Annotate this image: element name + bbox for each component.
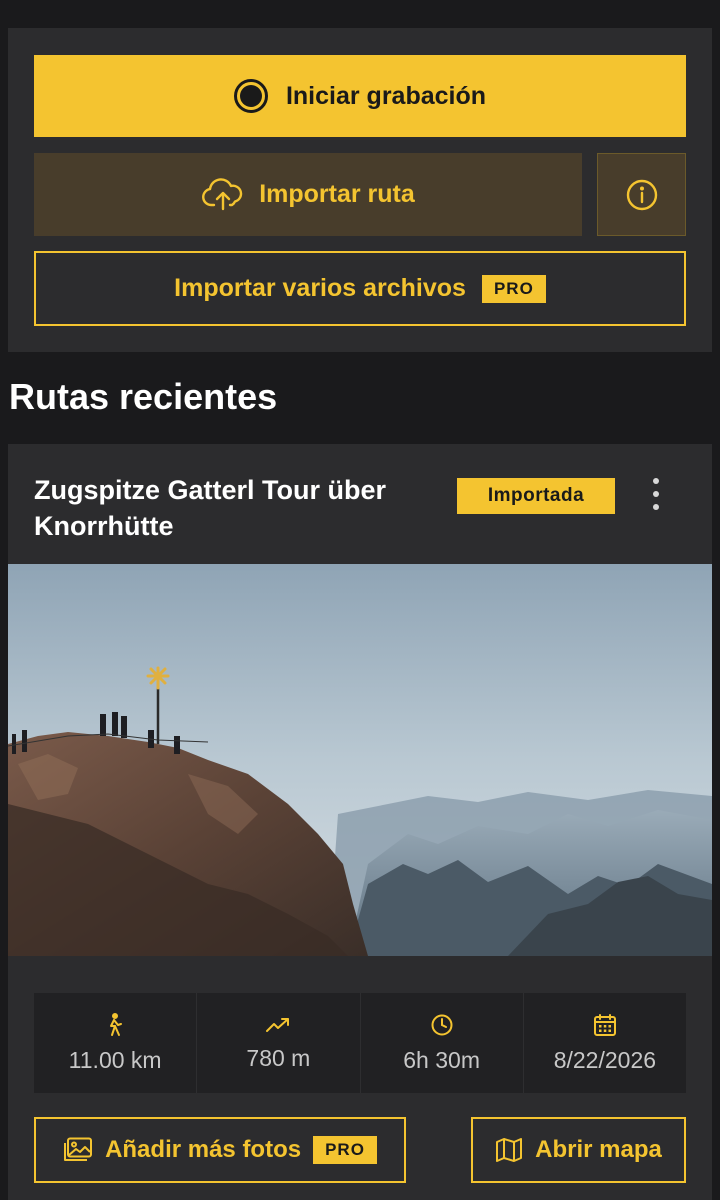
- info-button[interactable]: [597, 153, 686, 236]
- add-more-photos-label: Añadir más fotos: [105, 1136, 302, 1163]
- pro-badge: PRO: [313, 1136, 377, 1164]
- info-icon: [626, 179, 657, 210]
- more-vertical-icon: [653, 478, 659, 484]
- route-title: Zugspitze Gatterl Tour über Knorrhütte: [34, 475, 387, 541]
- trending-up-icon: [266, 1017, 290, 1032]
- stat-distance: 11.00 km: [34, 993, 198, 1093]
- stat-date: 8/22/2026: [524, 993, 686, 1093]
- route-stats: 11.00 km 780 m 6h 30m 8/22/2026: [34, 993, 686, 1093]
- elevation-value: 780 m: [246, 1044, 311, 1071]
- section-title: Rutas recientes: [9, 376, 278, 417]
- pro-badge: PRO: [481, 274, 546, 303]
- mountain-photo: [8, 564, 712, 956]
- distance-value: 11.00 km: [68, 1046, 162, 1073]
- stat-duration: 6h 30m: [361, 993, 524, 1093]
- record-icon: [233, 79, 268, 113]
- import-multiple-label: Importar varios archivos: [174, 274, 466, 302]
- start-recording-label: Iniciar grabación: [285, 81, 487, 110]
- route-photo[interactable]: [8, 564, 712, 956]
- import-multiple-files-button[interactable]: Importar varios archivos PRO: [34, 251, 686, 326]
- map-icon: [496, 1138, 523, 1162]
- calendar-icon: [593, 1013, 616, 1036]
- duration-value: 6h 30m: [403, 1046, 480, 1073]
- more-options-button[interactable]: [642, 474, 670, 514]
- status-badge: Importada: [457, 478, 615, 514]
- import-route-label: Importar ruta: [259, 180, 415, 208]
- actions-card: Iniciar grabación Importar ruta Importar…: [8, 28, 712, 352]
- date-value: 8/22/2026: [553, 1046, 657, 1073]
- cloud-upload-icon: [202, 177, 243, 210]
- open-map-button[interactable]: Abrir mapa: [471, 1117, 686, 1183]
- hiker-icon: [110, 1012, 123, 1036]
- add-more-photos-button[interactable]: Añadir más fotos PRO: [34, 1117, 406, 1183]
- clock-icon: [431, 1014, 453, 1035]
- route-card[interactable]: Zugspitze Gatterl Tour über Knorrhütte I…: [8, 444, 712, 1200]
- import-route-button[interactable]: Importar ruta: [34, 153, 582, 236]
- image-icon: [64, 1137, 93, 1161]
- start-recording-button[interactable]: Iniciar grabación: [34, 55, 686, 137]
- stat-elevation: 780 m: [197, 993, 361, 1093]
- open-map-label: Abrir mapa: [535, 1136, 662, 1163]
